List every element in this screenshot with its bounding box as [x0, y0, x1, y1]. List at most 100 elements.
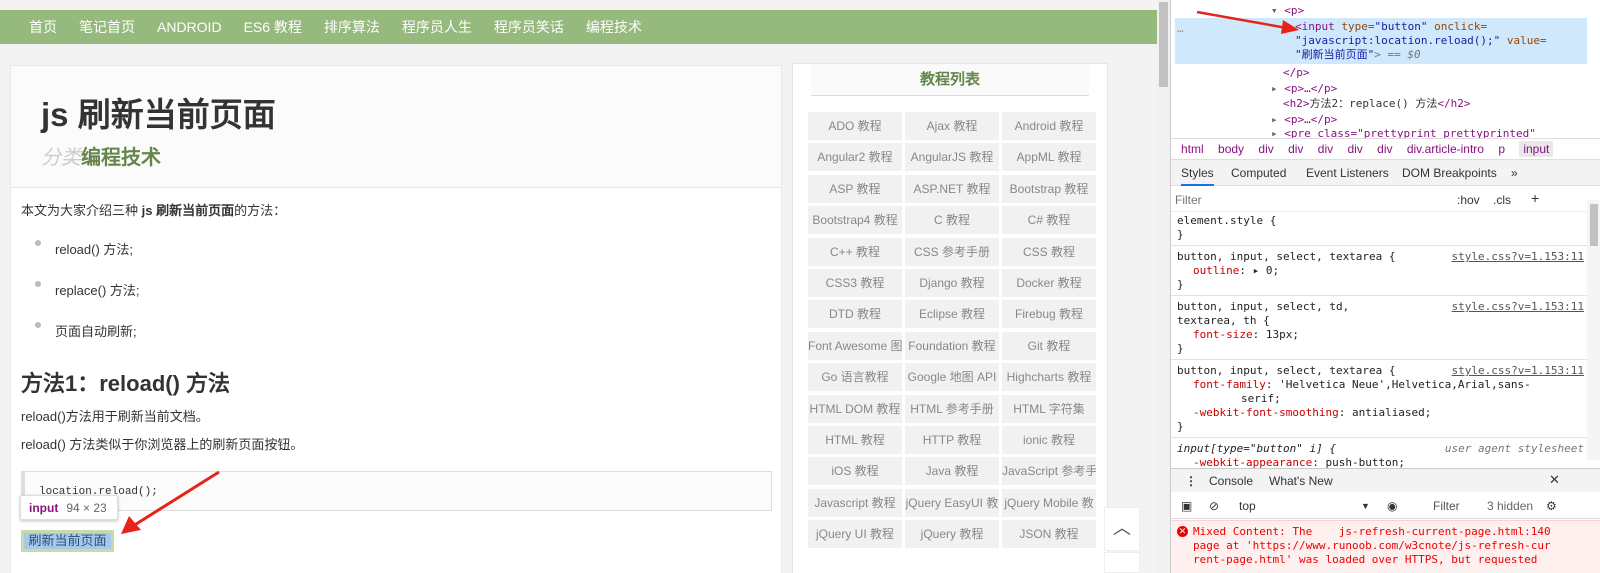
console-filter-input[interactable]: Filter [1433, 499, 1460, 513]
node-p-close[interactable]: </p> [1283, 66, 1310, 80]
tutorial-link[interactable]: HTML 字符集 [1002, 394, 1096, 423]
tab-whats-new[interactable]: What's New [1269, 474, 1333, 488]
css-property-value[interactable]: 'Helvetica Neue',Helvetica,Arial,sans- [1279, 378, 1531, 391]
tutorial-link[interactable]: Font Awesome 图 [808, 331, 902, 360]
css-property[interactable]: serif; [1241, 392, 1281, 406]
eye-icon[interactable]: ◉ [1387, 499, 1397, 513]
nav-item-jokes[interactable]: 程序员笑话 [494, 17, 564, 37]
hov-toggle[interactable]: :hov [1457, 193, 1480, 207]
tutorial-link[interactable]: Firebug 教程 [1002, 300, 1096, 329]
tutorial-link[interactable]: AngularJS 教程 [905, 143, 999, 172]
tutorial-link[interactable]: DTD 教程 [808, 300, 902, 329]
nav-item-home[interactable]: 首页 [29, 17, 57, 37]
tutorial-link[interactable]: Javascript 教程 [808, 488, 902, 517]
qrcode-button[interactable] [1104, 552, 1140, 573]
css-property-name[interactable]: font-family [1193, 378, 1266, 391]
css-source-link[interactable]: style.css?v=1.153:11 [1452, 364, 1584, 378]
crumb-input[interactable]: input [1519, 141, 1554, 157]
tutorial-link[interactable]: Google 地图 API [905, 363, 999, 392]
tutorial-link[interactable]: CSS 参考手册 [905, 237, 999, 266]
context-select[interactable]: top [1239, 499, 1256, 513]
css-property-value[interactable]: ▸ 0; [1253, 264, 1280, 277]
nav-item-life[interactable]: 程序员人生 [402, 17, 472, 37]
tutorial-link[interactable]: ionic 教程 [1002, 426, 1096, 454]
tab-styles[interactable]: Styles [1181, 166, 1214, 186]
crumb-div[interactable]: div [1377, 142, 1392, 156]
tab-console[interactable]: Console [1209, 474, 1253, 488]
css-property[interactable]: outline: ▸ 0; [1193, 264, 1279, 278]
refresh-page-button[interactable]: 刷新当前页面 [21, 530, 114, 552]
tutorial-link[interactable]: Bootstrap4 教程 [808, 206, 902, 235]
styles-scrollbar-thumb[interactable] [1590, 204, 1598, 246]
crumb-body[interactable]: body [1218, 142, 1244, 156]
css-property-value[interactable]: antialiased; [1352, 406, 1431, 419]
tutorial-link[interactable]: AppML 教程 [1002, 143, 1096, 172]
tutorial-link[interactable]: Git 教程 [1002, 331, 1096, 360]
tutorial-link[interactable]: Android 教程 [1002, 112, 1096, 140]
tutorial-link[interactable]: jQuery Mobile 教 [1002, 488, 1096, 517]
tutorial-link[interactable]: CSS3 教程 [808, 269, 902, 297]
node-input-cont[interactable]: "javascript:location.reload();" value= [1295, 34, 1547, 48]
nav-item-notes[interactable]: 笔记首页 [79, 17, 135, 37]
tab-computed[interactable]: Computed [1231, 166, 1286, 180]
node-input-end[interactable]: "刷新当前页面"> == $0 [1295, 48, 1421, 62]
tab-event-listeners[interactable]: Event Listeners [1306, 166, 1389, 180]
cls-toggle[interactable]: .cls [1493, 193, 1511, 207]
page-scrollbar-thumb[interactable] [1159, 2, 1168, 87]
tutorial-link[interactable]: C++ 教程 [808, 237, 902, 266]
back-to-top-button[interactable]: ︿ [1104, 507, 1140, 551]
nav-item-sorting[interactable]: 排序算法 [324, 17, 380, 37]
css-property-value[interactable]: 13px; [1266, 328, 1299, 341]
gear-icon[interactable]: ⚙ [1546, 499, 1557, 513]
clear-console-icon[interactable]: ⊘ [1209, 499, 1219, 513]
chevron-down-icon[interactable]: ▼ [1361, 501, 1370, 511]
tutorial-link[interactable]: CSS 教程 [1002, 237, 1096, 266]
css-property[interactable]: font-family: 'Helvetica Neue',Helvetica,… [1193, 378, 1531, 392]
tutorial-link[interactable]: Eclipse 教程 [905, 300, 999, 329]
tutorial-link[interactable]: ADO 教程 [808, 112, 902, 140]
node-menu-dots[interactable]: … [1177, 22, 1184, 36]
sidebar-toggle-icon[interactable]: ▣ [1181, 499, 1192, 513]
styles-filter-input[interactable] [1175, 191, 1445, 209]
tutorial-link[interactable]: jQuery 教程 [905, 520, 999, 549]
tutorial-link[interactable]: Highcharts 教程 [1002, 363, 1096, 392]
tutorial-link[interactable]: Go 语言教程 [808, 363, 902, 392]
css-property[interactable]: font-size: 13px; [1193, 328, 1299, 342]
tutorial-link[interactable]: Angular2 教程 [808, 143, 902, 172]
nav-item-es6[interactable]: ES6 教程 [244, 17, 302, 37]
tab-dom-breakpoints[interactable]: DOM Breakpoints [1402, 166, 1497, 180]
node-p-collapsed[interactable]: ▸ <p>…</p> [1271, 82, 1337, 96]
tutorial-link[interactable]: Django 教程 [905, 269, 999, 297]
tutorial-link[interactable]: HTTP 教程 [905, 426, 999, 454]
crumb-div[interactable]: div [1347, 142, 1362, 156]
css-property[interactable]: -webkit-font-smoothing: antialiased; [1193, 406, 1431, 420]
close-drawer-icon[interactable]: ✕ [1549, 472, 1560, 488]
crumb-article-intro[interactable]: div.article-intro [1407, 142, 1484, 156]
tutorial-link[interactable]: HTML 教程 [808, 426, 902, 454]
nav-item-tech[interactable]: 编程技术 [586, 17, 642, 37]
tutorial-link[interactable]: JSON 教程 [1002, 520, 1096, 549]
tutorial-link[interactable]: HTML DOM 教程 [808, 394, 902, 423]
tutorial-link[interactable]: Java 教程 [905, 457, 999, 486]
tutorial-link[interactable]: C# 教程 [1002, 206, 1096, 235]
tutorial-link[interactable]: ASP.NET 教程 [905, 174, 999, 203]
css-property-value[interactable]: serif; [1241, 392, 1281, 405]
node-input[interactable]: <input type="button" onclick= [1295, 20, 1487, 34]
css-property-name[interactable]: font-size [1193, 328, 1253, 341]
css-source-link[interactable]: style.css?v=1.153:11 [1452, 250, 1584, 264]
tutorial-link[interactable]: jQuery UI 教程 [808, 520, 902, 549]
tutorial-link[interactable]: Docker 教程 [1002, 269, 1096, 297]
tutorial-link[interactable]: Foundation 教程 [905, 331, 999, 360]
node-h2[interactable]: <h2>方法2：replace() 方法</h2> [1283, 97, 1470, 111]
tutorial-link[interactable]: jQuery EasyUI 教 [905, 488, 999, 517]
crumb-html[interactable]: html [1181, 142, 1204, 156]
tutorial-link[interactable]: JavaScript 参考手 [1002, 457, 1096, 486]
add-rule-icon[interactable]: + [1531, 190, 1539, 206]
crumb-p[interactable]: p [1498, 142, 1505, 156]
tutorial-link[interactable]: HTML 参考手册 [905, 394, 999, 423]
nav-item-android[interactable]: ANDROID [157, 19, 222, 35]
tutorial-link[interactable]: ASP 教程 [808, 174, 902, 203]
css-property-name[interactable]: outline [1193, 264, 1239, 277]
tutorial-link[interactable]: C 教程 [905, 206, 999, 235]
crumb-div[interactable]: div [1288, 142, 1303, 156]
